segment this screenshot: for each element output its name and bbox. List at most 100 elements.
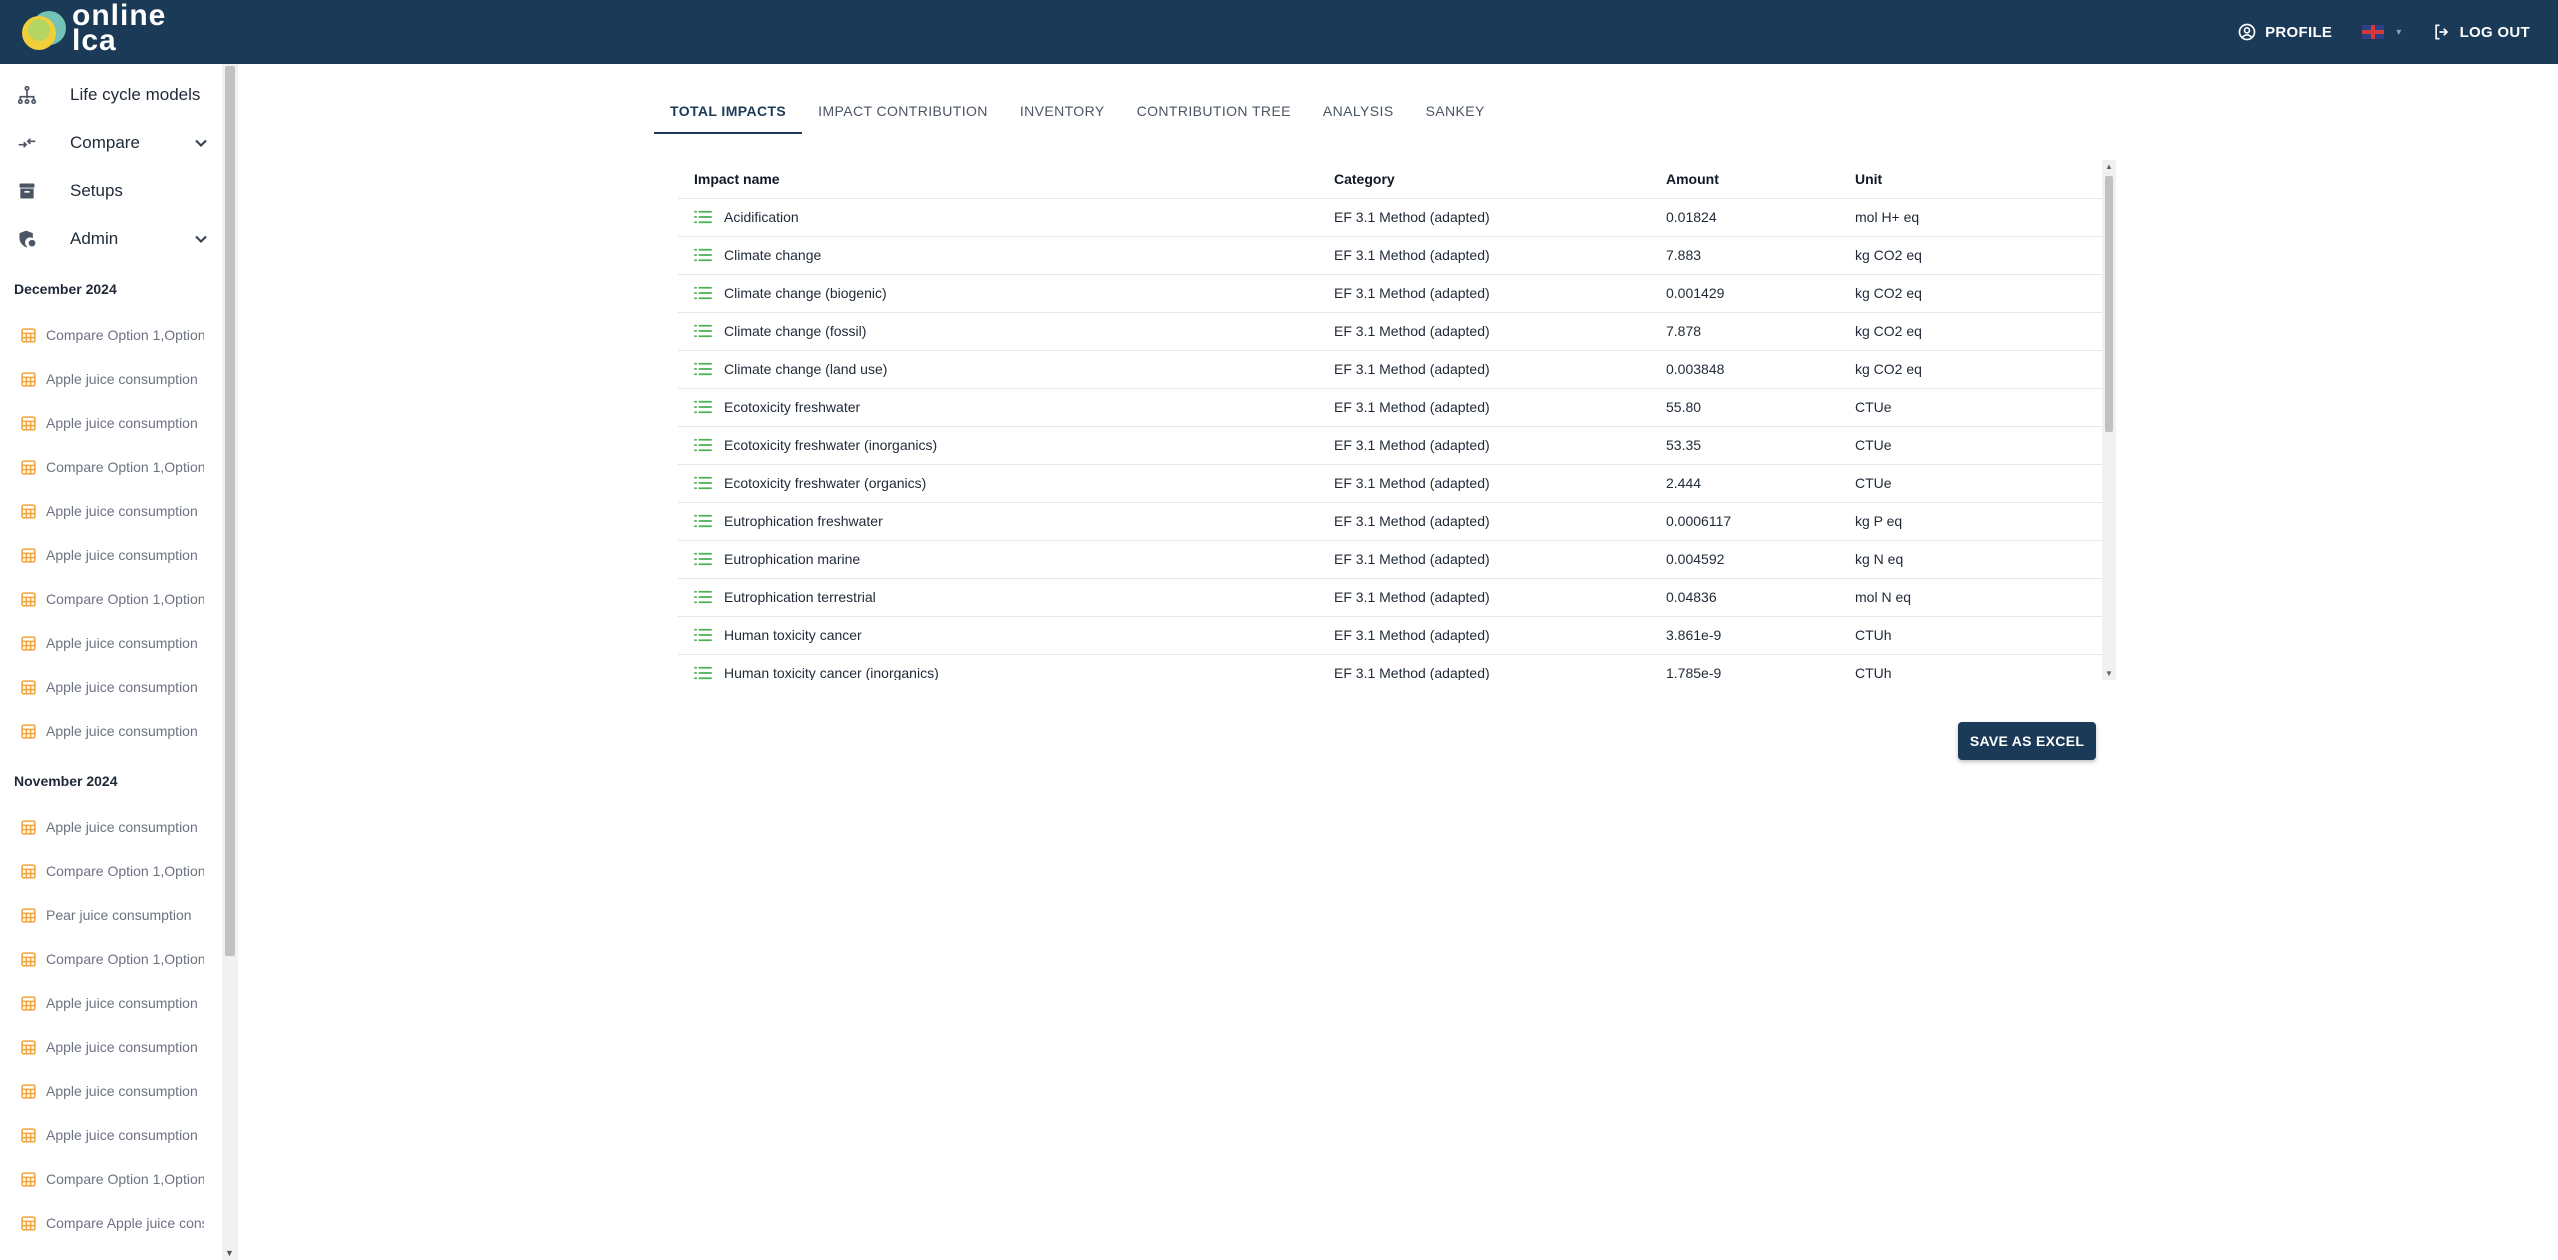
tab-contribution-tree[interactable]: CONTRIBUTION TREE (1121, 88, 1307, 134)
history-item[interactable]: Apple juice consumption (0, 533, 237, 577)
amount-cell: 2.444 (1650, 464, 1839, 503)
table-grid-icon (21, 415, 36, 431)
unit-cell: kg CO2 eq (1839, 236, 2102, 275)
history-item[interactable]: Apple juice consumption (0, 1025, 237, 1069)
impact-name: Acidification (724, 209, 799, 225)
tab-inventory[interactable]: INVENTORY (1004, 88, 1121, 134)
language-selector[interactable]: ▾ (2362, 25, 2401, 39)
history-item[interactable]: Apple juice consumption (0, 1069, 237, 1113)
table-row[interactable]: Eutrophication terrestrial EF 3.1 Method … (678, 578, 2102, 617)
tab-analysis[interactable]: ANALYSIS (1307, 88, 1410, 134)
profile-button[interactable]: PROFILE (2237, 22, 2332, 42)
table-row[interactable]: Climate change (land use) EF 3.1 Method (… (678, 350, 2102, 389)
scrollbar-thumb[interactable] (225, 66, 235, 956)
list-details-icon[interactable] (694, 362, 712, 376)
list-details-icon[interactable] (694, 400, 712, 414)
list-details-icon[interactable] (694, 514, 712, 528)
history-item[interactable]: Compare Apple juice consumption (0, 1201, 237, 1245)
history-item[interactable]: Compare Option 1,Option 2 (0, 445, 237, 489)
list-details-icon[interactable] (694, 248, 712, 262)
list-details-icon[interactable] (694, 476, 712, 490)
list-details-icon[interactable] (694, 590, 712, 604)
history-month-heading: November 2024 (14, 773, 118, 789)
category-cell: EF 3.1 Method (adapted) (1318, 236, 1650, 275)
impact-name: Human toxicity cancer (724, 627, 862, 643)
table-row[interactable]: Acidification EF 3.1 Method (adapted) 0.01… (678, 198, 2102, 237)
list-details-icon[interactable] (694, 324, 712, 338)
history-item[interactable]: Apple juice consumption (0, 709, 237, 753)
tab-sankey[interactable]: SANKEY (1410, 88, 1501, 134)
scrollbar-thumb[interactable] (2105, 176, 2113, 432)
table-row[interactable]: Eutrophication marine EF 3.1 Method (adap… (678, 540, 2102, 579)
table-row[interactable]: Eutrophication freshwater EF 3.1 Method (… (678, 502, 2102, 541)
impact-name-cell: Climate change (678, 236, 1318, 275)
history-item-label: Compare Apple juice consumption (46, 1215, 204, 1231)
list-details-icon[interactable] (694, 552, 712, 566)
save-as-excel-button[interactable]: SAVE AS EXCEL (1958, 722, 2096, 760)
total-impacts-table: Impact name Category Amount Unit Acidifi… (678, 160, 2102, 680)
nav-compare[interactable]: Compare (0, 119, 237, 167)
amount-cell: 1.785e-9 (1650, 654, 1839, 680)
scroll-down-arrow-icon[interactable]: ▼ (2105, 669, 2113, 678)
sidebar: Life cycle models Compare Setups Admin D… (0, 64, 238, 1260)
sidebar-scrollbar[interactable]: ▼ (222, 64, 238, 1260)
history-item-label: Apple juice consumption (46, 371, 198, 387)
table-row[interactable]: Climate change (fossil) EF 3.1 Method (ad… (678, 312, 2102, 351)
table-row[interactable]: Climate change (biogenic) EF 3.1 Method (… (678, 274, 2102, 313)
table-row[interactable]: Ecotoxicity freshwater EF 3.1 Method (ada… (678, 388, 2102, 427)
impact-name: Ecotoxicity freshwater (inorganics) (724, 437, 938, 453)
history-item[interactable]: Compare Option 1,Option 2 (0, 313, 237, 357)
history-item[interactable]: Apple juice consumption (0, 805, 237, 849)
table-row[interactable]: Human toxicity cancer EF 3.1 Method (adap… (678, 616, 2102, 655)
column-header-category[interactable]: Category (1318, 160, 1650, 199)
history-item[interactable]: Compare Option 1,Option 2 (0, 849, 237, 893)
history-item[interactable]: Pear juice consumption (0, 893, 237, 937)
history-item[interactable]: Compare Option 1,Option 2 (0, 577, 237, 621)
table-row[interactable]: Ecotoxicity freshwater (inorganics) EF 3.… (678, 426, 2102, 465)
column-header-amount[interactable]: Amount (1650, 160, 1839, 199)
nav-label: Admin (70, 229, 119, 248)
impact-name: Ecotoxicity freshwater (724, 399, 861, 415)
amount-cell: 0.04836 (1650, 578, 1839, 617)
history-item[interactable]: Apple juice consumption (0, 981, 237, 1025)
tab-total-impacts[interactable]: TOTAL IMPACTS (654, 88, 803, 134)
scroll-up-arrow-icon[interactable]: ▲ (2105, 162, 2113, 171)
amount-cell: 7.883 (1650, 236, 1839, 275)
list-details-icon[interactable] (694, 666, 712, 680)
column-header-unit[interactable]: Unit (1839, 160, 2102, 199)
amount-cell: 55.80 (1650, 388, 1839, 427)
nav-admin[interactable]: Admin (0, 215, 237, 263)
table-row[interactable]: Climate change EF 3.1 Method (adapted) 7.8… (678, 236, 2102, 275)
chevron-down-icon[interactable] (191, 133, 211, 153)
table-scrollbar[interactable]: ▲ ▼ (2102, 160, 2116, 680)
history-item[interactable]: Apple juice consumption (0, 357, 237, 401)
history-item-label: Apple juice consumption (46, 819, 198, 835)
list-details-icon[interactable] (694, 438, 712, 452)
top-app-bar: online lca PROFILE ▾ LOG OUT (0, 0, 2558, 64)
nav-life-cycle-models[interactable]: Life cycle models (0, 71, 237, 119)
chevron-down-icon[interactable] (191, 229, 211, 249)
history-item[interactable]: Apple juice consumption (0, 401, 237, 445)
history-item[interactable]: Compare Option 1,Option 2 (0, 937, 237, 981)
scroll-down-arrow-icon[interactable]: ▼ (225, 1248, 234, 1258)
history-item[interactable]: Apple juice consumption (0, 1113, 237, 1157)
tab-impact-contribution[interactable]: IMPACT CONTRIBUTION (802, 88, 1004, 134)
list-details-icon[interactable] (694, 286, 712, 300)
table-grid-icon (21, 503, 36, 519)
category-cell: EF 3.1 Method (adapted) (1318, 616, 1650, 655)
history-item[interactable]: Apple juice consumption (0, 665, 237, 709)
table-row[interactable]: Human toxicity cancer (inorganics) EF 3.1… (678, 654, 2102, 680)
column-header-impact-name[interactable]: Impact name (678, 160, 1318, 199)
list-details-icon[interactable] (694, 628, 712, 642)
nav-setups[interactable]: Setups (0, 167, 237, 215)
list-details-icon[interactable] (694, 210, 712, 224)
history-item[interactable]: Apple juice consumption (0, 489, 237, 533)
logout-button[interactable]: LOG OUT (2432, 22, 2530, 42)
history-item[interactable]: Compare Option 1,Option 2 (0, 1157, 237, 1201)
table-grid-icon (21, 327, 36, 343)
amount-cell: 0.004592 (1650, 540, 1839, 579)
history-item[interactable]: Apple juice consumption (0, 621, 237, 665)
online-lca-logo[interactable]: online lca (20, 1, 170, 56)
table-row[interactable]: Ecotoxicity freshwater (organics) EF 3.1 … (678, 464, 2102, 503)
nav-label: Setups (70, 181, 123, 200)
